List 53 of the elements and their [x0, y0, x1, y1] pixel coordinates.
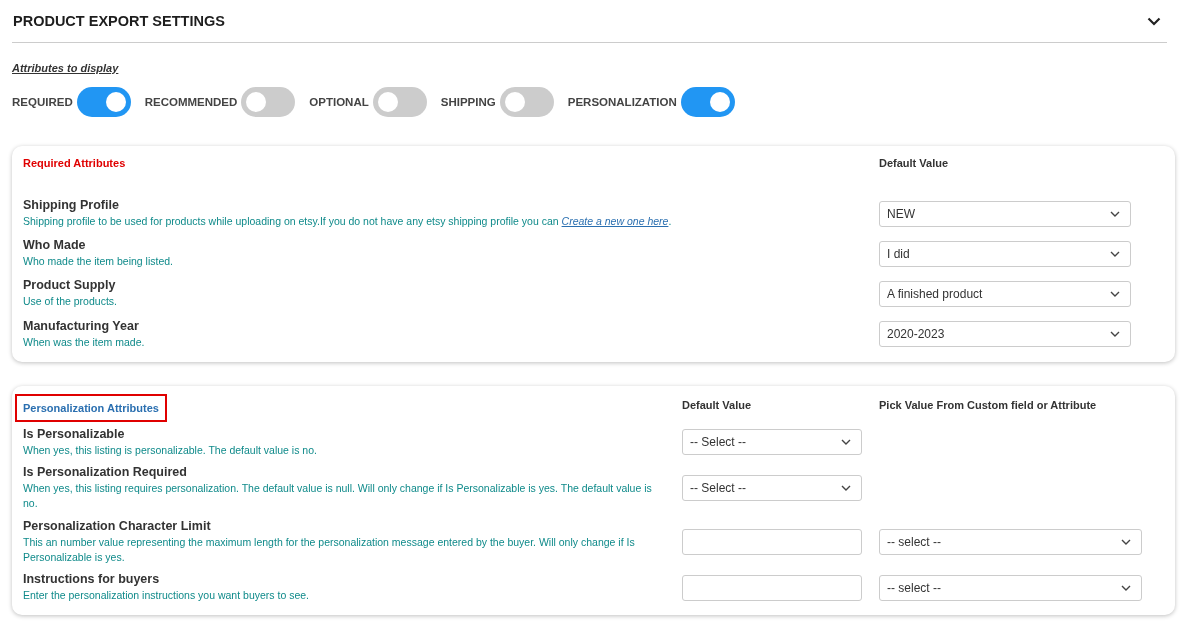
- select-dropdown[interactable]: NEW: [879, 200, 1131, 227]
- field-description: When was the item made.: [23, 334, 146, 350]
- toggle-switch[interactable]: [241, 87, 296, 117]
- field-label: Who Made: [23, 238, 87, 253]
- field-description: Enter the personalization instructions you want buyers to see.: [23, 587, 310, 603]
- toggle-label: PERSONALIZATION: [567, 96, 677, 108]
- create-link[interactable]: Create a new one here: [561, 215, 669, 227]
- field-label: Manufacturing Year: [23, 318, 140, 333]
- select-dropdown[interactable]: -- select --: [879, 528, 1142, 555]
- field-description: Use of the products.: [23, 294, 118, 310]
- field-description: Shipping profile to be used for products while uploading on etsy.If you do not have any etsy shipping profile you can Create a new one here.: [23, 214, 673, 229]
- column-header: Default Value: [682, 397, 753, 411]
- field-description: When yes, this listing requires personalization. The default value is null. Will only change if Is Personalizable is yes. The default value is no.: [23, 481, 653, 512]
- field-label: Is Personalization Required: [23, 465, 188, 480]
- select-dropdown[interactable]: I did: [879, 240, 1131, 267]
- field-label: Is Personalizable: [23, 426, 126, 441]
- select-dropdown[interactable]: -- Select --: [682, 429, 862, 456]
- toggle-label: OPTIONAL: [309, 96, 369, 108]
- toggle-switch[interactable]: [680, 87, 735, 117]
- field-description: This an number value representing the maximum length for the personalization message entered by the buyer. Will only change if Is Personalizable is yes.: [23, 534, 636, 565]
- field-label: Shipping Profile: [23, 198, 120, 212]
- field-label: Personalization Character Limit: [23, 518, 212, 533]
- select-dropdown[interactable]: -- select --: [879, 574, 1142, 601]
- section-heading: Personalization Attributes: [17, 395, 165, 420]
- chevron-down-icon: [1110, 210, 1120, 217]
- toggle-switch[interactable]: [499, 87, 554, 117]
- section-heading: Required Attributes: [23, 156, 126, 171]
- chevron-down-icon: [1121, 584, 1131, 591]
- collapse-chevron-icon[interactable]: [1147, 16, 1161, 26]
- toggle-label: REQUIRED: [12, 96, 73, 108]
- chevron-down-icon: [1121, 538, 1131, 545]
- chevron-down-icon: [1110, 331, 1120, 338]
- chevron-down-icon: [841, 485, 851, 492]
- field-label: Product Supply: [23, 278, 117, 293]
- field-description: When yes, this listing is personalizable. The default value is no.: [23, 442, 318, 458]
- chevron-down-icon: [1110, 291, 1120, 298]
- select-dropdown[interactable]: A finished product: [879, 281, 1131, 308]
- section-label: Attributes to display: [12, 62, 119, 74]
- field-label: Instructions for buyers: [23, 571, 161, 586]
- input-field[interactable]: [682, 574, 862, 601]
- column-header: Default Value: [879, 156, 950, 169]
- field-description: Who made the item being listed.: [23, 254, 174, 270]
- select-dropdown[interactable]: 2020-2023: [879, 321, 1131, 348]
- chevron-down-icon: [841, 439, 851, 446]
- toggle-label: RECOMMENDED: [144, 96, 238, 108]
- chevron-down-icon: [1110, 250, 1120, 257]
- input-field[interactable]: [682, 528, 862, 555]
- column-header: Pick Value From Custom field or Attribute: [879, 397, 1098, 411]
- select-dropdown[interactable]: -- Select --: [682, 475, 862, 502]
- toggle-switch[interactable]: [372, 87, 427, 117]
- toggle-switch[interactable]: [76, 87, 131, 117]
- toggle-label: SHIPPING: [440, 96, 496, 108]
- panel-title: PRODUCT EXPORT SETTINGS: [12, 13, 225, 29]
